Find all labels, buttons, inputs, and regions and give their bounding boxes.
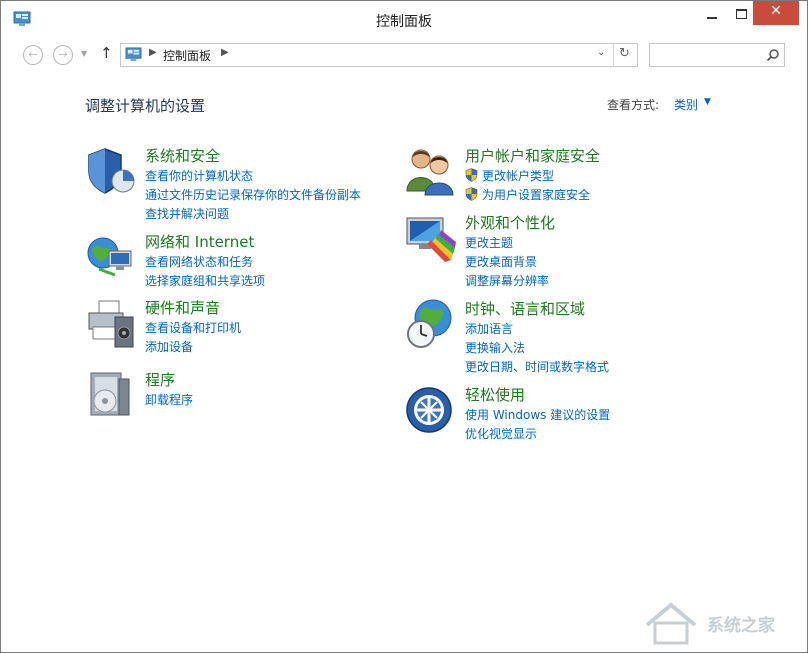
view-by-dropdown[interactable]: 类别 [674, 96, 698, 113]
link-family-safety-label[interactable]: 为用户设置家庭安全 [482, 188, 590, 202]
uac-shield-icon [465, 168, 478, 182]
refresh-icon[interactable]: ↻ [619, 46, 630, 61]
chevron-down-icon[interactable]: ▼ [704, 97, 711, 107]
main-content: 调整计算机的设置 查看方式: 类别 ▼ 系统和安全 查看你的计算机状态 通过文件… [1, 75, 807, 652]
back-button[interactable]: ← [23, 45, 43, 65]
title-bar: 控制面板 ✕ [1, 1, 807, 35]
link-homegroup-sharing[interactable]: 选择家庭组和共享选项 [145, 272, 265, 289]
link-uninstall-program[interactable]: 卸载程序 [145, 391, 193, 408]
watermark-house-icon [641, 599, 701, 647]
link-devices-printers[interactable]: 查看设备和打印机 [145, 319, 241, 336]
link-optimize-visual-display[interactable]: 优化视觉显示 [465, 425, 537, 442]
link-change-theme[interactable]: 更改主题 [465, 234, 513, 251]
link-date-time-format[interactable]: 更改日期、时间或数字格式 [465, 358, 609, 375]
view-by-label: 查看方式: [607, 96, 659, 113]
page-title: 调整计算机的设置 [85, 95, 205, 116]
breadcrumb-control-panel[interactable]: 控制面板 [163, 47, 211, 64]
link-view-computer-status[interactable]: 查看你的计算机状态 [145, 167, 253, 184]
window-title: 控制面板 [1, 11, 807, 31]
link-add-device[interactable]: 添加设备 [145, 338, 193, 355]
users-icon[interactable] [405, 145, 457, 197]
ease-of-access-icon[interactable] [405, 384, 457, 436]
category-title-programs[interactable]: 程序 [145, 369, 175, 390]
monitor-palette-icon[interactable] [405, 212, 457, 264]
category-title-system-security[interactable]: 系统和安全 [145, 145, 220, 166]
category-title-network-internet[interactable]: 网络和 Internet [145, 231, 254, 252]
link-network-status[interactable]: 查看网络状态和任务 [145, 253, 253, 270]
address-dropdown-icon[interactable]: ⌄ [597, 47, 605, 58]
category-title-appearance[interactable]: 外观和个性化 [465, 212, 555, 233]
link-file-history-backup[interactable]: 通过文件历史记录保存你的文件备份副本 [145, 186, 361, 203]
link-windows-suggested-settings[interactable]: 使用 Windows 建议的设置 [465, 406, 610, 423]
category-title-clock-language-region[interactable]: 时钟、语言和区域 [465, 298, 585, 319]
close-button[interactable]: ✕ [753, 1, 799, 25]
close-icon: ✕ [753, 3, 799, 19]
program-box-icon[interactable] [85, 369, 137, 421]
up-button[interactable]: ↑ [100, 44, 113, 62]
control-panel-icon [125, 47, 142, 62]
address-bar[interactable]: ▶ 控制面板 ▶ ⌄ ↻ [120, 43, 638, 67]
minimize-button[interactable] [695, 1, 729, 25]
link-screen-resolution[interactable]: 调整屏幕分辨率 [465, 272, 549, 289]
address-divider [613, 44, 614, 66]
search-input[interactable] [649, 43, 785, 67]
link-add-language[interactable]: 添加语言 [465, 320, 513, 337]
link-desktop-background[interactable]: 更改桌面背景 [465, 253, 537, 270]
breadcrumb-chevron-icon[interactable]: ▶ [221, 47, 229, 58]
globe-clock-icon[interactable] [405, 298, 457, 350]
shield-security-icon[interactable] [85, 145, 137, 197]
watermark-text: 系统之家 [707, 611, 775, 636]
search-icon[interactable] [766, 48, 780, 62]
breadcrumb-chevron-icon[interactable]: ▶ [149, 47, 157, 58]
maximize-button[interactable] [729, 1, 753, 25]
watermark-logo: 系统之家 [641, 599, 801, 647]
link-change-account-type-label[interactable]: 更改帐户类型 [482, 169, 554, 183]
link-change-input-method[interactable]: 更换输入法 [465, 339, 525, 356]
forward-button[interactable]: → [53, 45, 73, 65]
link-change-account-type[interactable]: 更改帐户类型 [465, 167, 554, 184]
link-family-safety[interactable]: 为用户设置家庭安全 [465, 186, 590, 203]
printer-icon[interactable] [85, 297, 137, 349]
recent-locations-dropdown[interactable]: ▼ [81, 49, 87, 58]
link-troubleshoot[interactable]: 查找并解决问题 [145, 205, 229, 222]
category-title-ease-of-access[interactable]: 轻松使用 [465, 384, 525, 405]
category-title-user-accounts[interactable]: 用户帐户和家庭安全 [465, 145, 600, 166]
globe-network-icon[interactable] [85, 231, 137, 283]
uac-shield-icon [465, 187, 478, 201]
control-panel-window: 控制面板 ✕ ← → ▼ ↑ ▶ 控制面板 ▶ ⌄ ↻ 调整计算机的设置 [0, 0, 808, 653]
category-title-hardware-sound[interactable]: 硬件和声音 [145, 297, 220, 318]
